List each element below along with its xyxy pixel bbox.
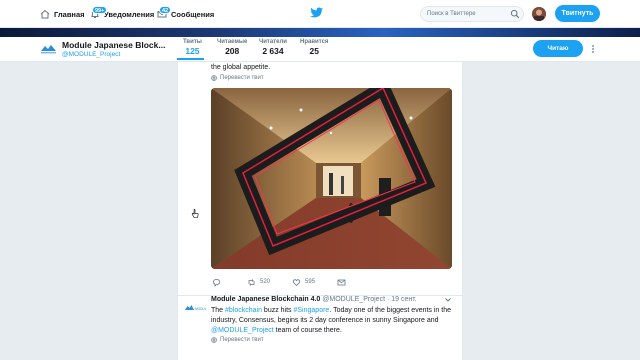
reply-action[interactable] <box>212 278 225 287</box>
timeline: the global appetite. Перевести твит 520 … <box>177 62 463 360</box>
nav-notifications-label: Уведомления <box>104 9 155 19</box>
following-button[interactable]: Читаю <box>533 40 583 57</box>
home-icon <box>40 9 50 19</box>
envelope-icon <box>337 279 346 285</box>
top-navigation: Главная Уведомления 99+ Сообщения 42 Пои… <box>0 0 640 28</box>
like-count: 595 <box>305 279 316 285</box>
translate-label: Перевести твит <box>220 75 264 81</box>
dm-action[interactable] <box>337 278 350 287</box>
stat-followers[interactable]: Читатели 2 634 <box>259 39 287 56</box>
stat-following-value: 208 <box>225 46 240 56</box>
like-action[interactable]: 595 <box>292 278 315 287</box>
translate-tweet-link[interactable]: Перевести твит <box>211 75 264 81</box>
more-options-icon[interactable] <box>590 44 596 54</box>
tweet-text: the global appetite. <box>211 64 271 71</box>
stat-likes-value: 25 <box>309 46 319 56</box>
tweet-actions: 520 595 <box>212 276 372 288</box>
retweet-count: 520 <box>260 279 271 285</box>
avatar-image <box>532 7 546 21</box>
translate-label: Перевести твит <box>220 337 264 343</box>
module-logo-icon[interactable]: MODULE <box>184 303 206 313</box>
stat-followers-value: 2 634 <box>262 46 284 56</box>
tweet-image[interactable] <box>211 88 452 269</box>
stat-tweets-value: 125 <box>185 46 200 56</box>
hand-cursor-icon <box>191 209 199 218</box>
profile-name[interactable]: Module Japanese Block... <box>62 40 165 50</box>
nav-home[interactable]: Главная <box>40 0 85 28</box>
tweet-body-text: The <box>211 307 226 314</box>
profile-banner <box>0 28 640 37</box>
profile-handle[interactable]: @MODULE_Project <box>62 51 120 58</box>
globe-icon <box>211 337 217 343</box>
stat-following-label: Читаемые <box>217 39 248 45</box>
tweet-body-text: buzz hits <box>261 307 294 314</box>
retweet-action[interactable]: 520 <box>247 278 270 287</box>
svg-text:MODULE: MODULE <box>195 307 206 311</box>
module-logo-icon[interactable] <box>40 43 57 55</box>
search-input[interactable]: Поиск в Твиттере <box>420 6 524 22</box>
hashtag-singapore[interactable]: #Singapore <box>294 307 330 314</box>
tweet-body-text: team of course there. <box>273 327 342 334</box>
messages-badge: 42 <box>159 6 172 14</box>
tweet-body: The #blockchain buzz hits #Singapore. To… <box>211 306 451 336</box>
mention-link[interactable]: @MODULE_Project <box>211 327 274 334</box>
chevron-down-icon[interactable] <box>444 297 452 303</box>
search-icon[interactable] <box>510 9 520 19</box>
tweet-author-name[interactable]: Module Japanese Blockchain 4.0 <box>211 296 320 303</box>
stat-tweets-label: Твиты <box>183 39 202 45</box>
notifications-badge: 99+ <box>92 6 108 14</box>
reply-icon <box>213 278 220 287</box>
tweet-date[interactable]: · 19 сент. <box>387 296 417 303</box>
tweet-header: Module Japanese Blockchain 4.0 @MODULE_P… <box>211 296 417 303</box>
user-avatar[interactable] <box>532 7 546 21</box>
stat-followers-label: Читатели <box>259 39 287 45</box>
stat-likes[interactable]: Нравится 25 <box>300 39 328 56</box>
nav-home-label: Главная <box>54 9 85 19</box>
tweet-author-handle[interactable]: @MODULE_Project <box>322 296 385 303</box>
stat-tweets[interactable]: Твиты 125 <box>183 39 202 56</box>
stat-likes-label: Нравится <box>300 39 329 45</box>
nav-messages-label: Сообщения <box>171 9 215 19</box>
tweet-button[interactable]: Твитнуть <box>555 5 600 22</box>
retweet-icon <box>248 278 255 286</box>
translate-tweet-link[interactable]: Перевести твит <box>211 337 264 343</box>
corridor-photo <box>211 88 452 269</box>
stat-following[interactable]: Читаемые 208 <box>217 39 247 56</box>
active-tab-indicator <box>177 58 204 60</box>
heart-icon <box>292 278 301 286</box>
globe-icon <box>211 75 217 81</box>
twitter-bird-icon[interactable] <box>310 7 324 19</box>
hashtag-blockchain[interactable]: #blockchain <box>225 307 262 314</box>
